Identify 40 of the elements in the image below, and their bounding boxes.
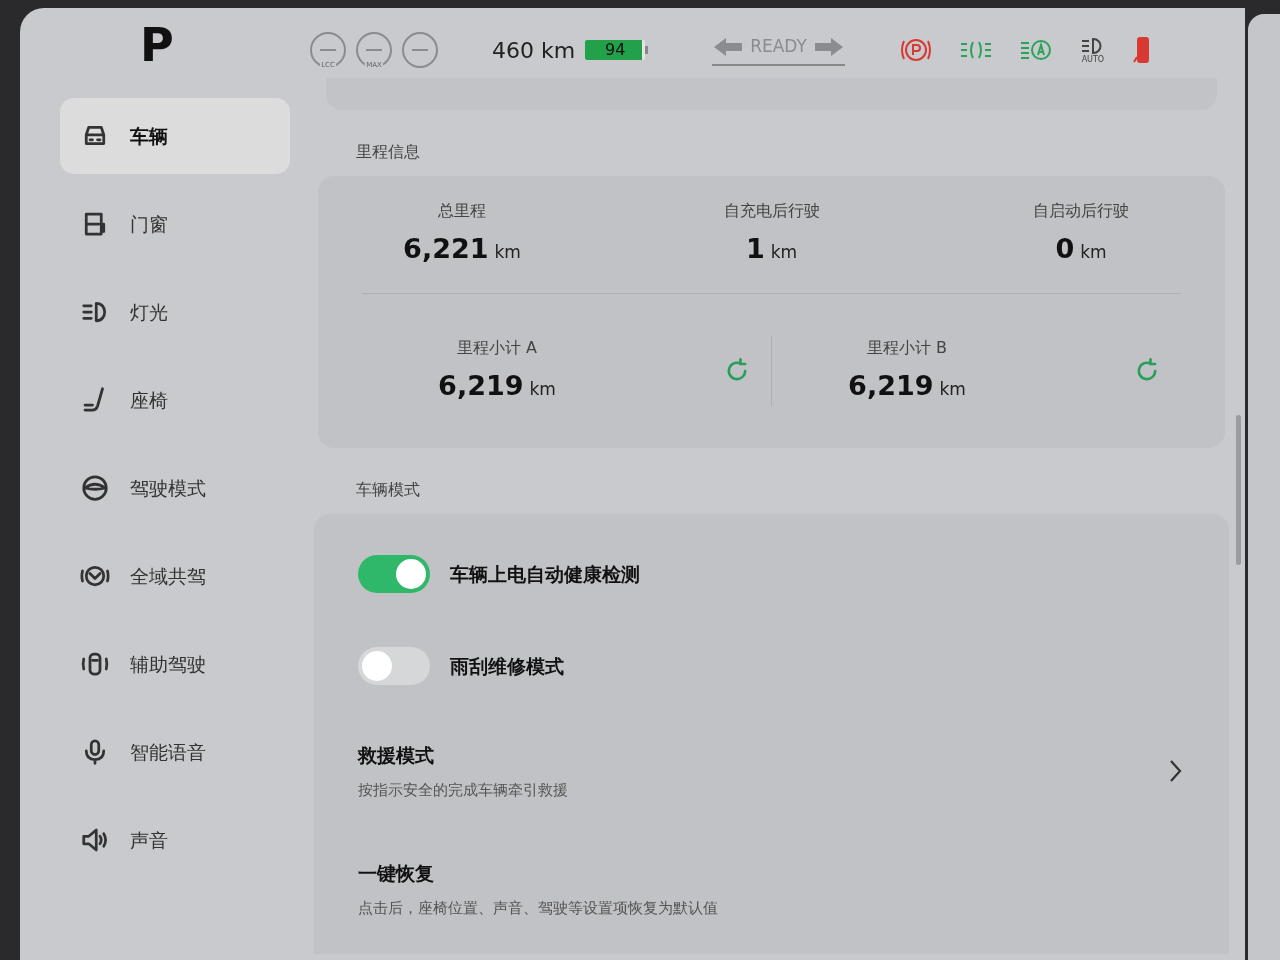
stat-unit: km [494,241,521,265]
sidebar-item[interactable]: 全域共驾 [60,538,290,614]
setting-description: 按指示安全的完成车辆牵引救援 [358,780,568,801]
stat-unit: km [529,377,556,401]
stat-label: 自充电后行驶 [723,200,820,223]
sidebar-item[interactable]: 车辆 [60,98,290,174]
steering-wheel-icon [80,473,110,503]
stat-label: 总里程 [438,200,486,223]
setting-label: 车辆上电自动健康检测 [450,561,640,587]
sidebar-item[interactable]: 座椅 [60,362,290,438]
stat-label: 自启动后行驶 [1033,200,1129,223]
sidebar-item[interactable]: 灯光 [60,274,290,350]
ready-indicator: READY [712,34,845,66]
sidebar-item[interactable]: 驾驶模式 [60,450,290,526]
sidebar-item[interactable]: 智能语音 [60,714,290,790]
gear-indicator: P [140,22,174,68]
stat-value: 6,219 [438,368,524,403]
setting-description: 点击后，座椅位置、声音、驾驶等设置项恢复为默认值 [358,898,718,919]
assist-indicator [402,32,438,68]
stat-unit: km [770,241,798,265]
setting-label: 雨刮维修模式 [450,653,564,679]
section-title: 里程信息 [355,141,421,163]
section-title: 车辆模式 [355,479,421,501]
stat-value: 1 [745,232,765,267]
sidebar-item[interactable]: 门窗 [60,186,290,262]
stat-value: 6,221 [403,232,489,267]
battery-indicator: 94 [585,40,649,60]
stat-label: 里程小计 B [866,336,948,359]
setting-title: 一键恢复 [358,860,435,886]
toggle-switch[interactable] [358,647,430,685]
setting-title: 救援模式 [358,742,435,768]
stat-value: 0 [1055,232,1075,267]
toggle-switch[interactable] [358,555,430,593]
sidebar-item[interactable]: 声音 [60,802,290,878]
stat-unit: km [1080,241,1107,265]
range-text: 460 km [492,36,576,65]
stat-label: 里程小计 A [457,336,537,359]
sidebar-item[interactable]: 辅助驾驶 [60,626,290,702]
stat-value: 6,219 [848,368,934,403]
stat-unit: km [939,377,966,401]
